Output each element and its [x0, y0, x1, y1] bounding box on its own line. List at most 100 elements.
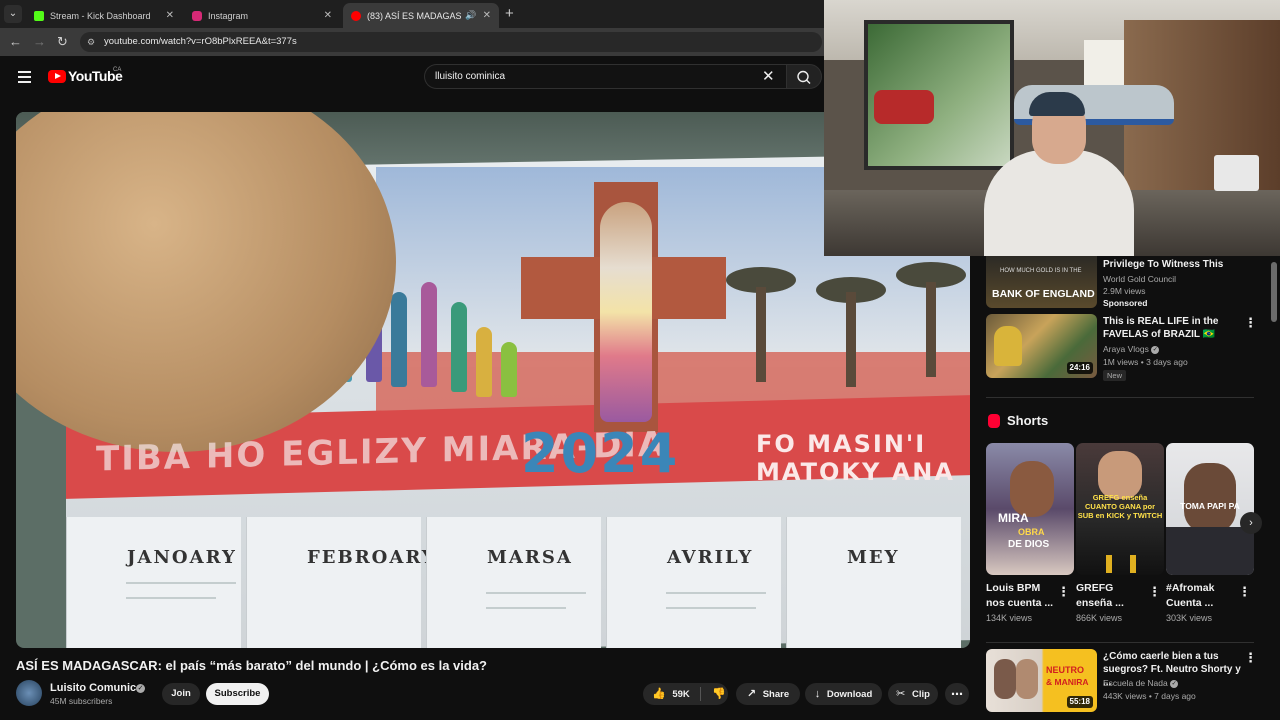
short-overlay-3: DE DIOS — [1008, 539, 1050, 550]
short-title-2[interactable]: GREFG enseña ... — [1076, 581, 1148, 611]
month-label: FEBROARY — [307, 547, 437, 568]
thumb-person — [1010, 461, 1054, 517]
brazil-video-channel[interactable]: Araya Vlogs ✓ — [1103, 343, 1160, 355]
more-options-icon[interactable]: ⋮ — [1244, 650, 1257, 666]
short-title-3[interactable]: #Afromak Cuenta ... — [1166, 581, 1238, 611]
clip-label: Clip — [911, 689, 930, 700]
more-options-icon[interactable]: ⋮ — [1057, 584, 1070, 600]
figure-silhouette — [421, 282, 437, 387]
search-input[interactable]: lluisito cominica — [424, 64, 786, 89]
gold-ad-channel[interactable]: World Gold Council — [1103, 273, 1176, 285]
thumbs-up-icon[interactable]: 👍 — [652, 688, 666, 700]
more-options-icon[interactable]: ⋮ — [1238, 584, 1251, 600]
shorts-heading: Shorts — [1007, 413, 1049, 428]
like-dislike-group: 👍 59K 👎 — [643, 683, 728, 705]
thumb-text-1: NEUTRO — [1046, 665, 1084, 675]
site-info-icon[interactable]: ⚙ — [87, 37, 95, 48]
thumb-shirt — [1166, 527, 1254, 575]
sponsored-label: Sponsored — [1103, 298, 1148, 308]
new-tab-button[interactable]: + — [505, 5, 514, 22]
tab-close-icon[interactable]: ✕ — [166, 10, 174, 21]
short-card-1[interactable]: MIRA OBRA DE DIOS — [986, 443, 1074, 575]
tab-kick-dashboard[interactable]: Stream - Kick Dashboard ✕ — [26, 3, 182, 28]
tab-youtube-video[interactable]: (83) ASÍ ES MADAGASCAR 🔊 ✕ — [343, 3, 499, 28]
clear-search-icon[interactable]: ✕ — [762, 67, 775, 85]
video-title: ASÍ ES MADAGASCAR: el país “más barato” … — [16, 658, 487, 673]
short-overlay-3: SUB en KICK y TWITCH — [1077, 511, 1163, 520]
short-card-2[interactable]: GREFG enseña CUANTO GANA por SUB en KICK… — [1076, 443, 1164, 575]
download-button[interactable]: ↓ Download — [805, 683, 882, 705]
short-overlay-2: OBRA — [1018, 527, 1045, 537]
tab-close-icon[interactable]: ✕ — [483, 10, 491, 21]
short-overlay-text: GREFG enseña CUANTO GANA por SUB en KICK… — [1076, 493, 1164, 520]
calendar-line — [666, 607, 756, 609]
more-actions-button[interactable]: ⋯ — [945, 683, 969, 705]
video-duration: 24:16 — [1066, 362, 1093, 374]
neutro-video-thumbnail[interactable]: NEUTRO & MANIRA 55:18 — [986, 649, 1097, 712]
neutro-video-channel[interactable]: Escuela de Nada ✓ — [1103, 677, 1179, 689]
more-options-icon[interactable]: ⋮ — [1148, 584, 1161, 600]
like-count[interactable]: 59K — [672, 689, 689, 700]
verified-icon: ✓ — [136, 684, 145, 693]
reload-icon[interactable]: ↻ — [57, 34, 68, 50]
short-views-3: 303K views — [1166, 613, 1213, 623]
short-title-1[interactable]: Louis BPM nos cuenta ... — [986, 581, 1058, 611]
brazil-video-thumbnail[interactable]: 24:16 — [986, 314, 1097, 378]
figure-silhouette — [391, 292, 407, 387]
shorts-next-arrow-icon[interactable]: › — [1240, 512, 1262, 534]
short-overlay-1: TOMA PAPI PA — [1180, 501, 1240, 511]
speaker-icon[interactable]: 🔊 — [465, 10, 476, 21]
search-button[interactable] — [786, 64, 822, 89]
gold-ad-title[interactable]: Privilege To Witness This — [1103, 258, 1241, 271]
instagram-favicon-icon — [192, 10, 202, 21]
month-column: AVRILY — [606, 517, 781, 648]
tab-title: Stream - Kick Dashboard — [50, 10, 151, 21]
forward-arrow-icon[interactable]: → — [33, 34, 46, 49]
clip-button[interactable]: ✂ Clip — [888, 683, 938, 705]
short-card-3[interactable]: TOMA PAPI PA — [1166, 443, 1254, 575]
gold-ad-views: 2.9M views — [1103, 286, 1146, 296]
channel-avatar[interactable] — [16, 680, 42, 706]
play-triangle-icon — [55, 73, 61, 79]
figure-silhouette — [476, 327, 492, 397]
thumb-person — [1184, 463, 1236, 533]
kick-favicon-icon — [34, 10, 44, 21]
tab-instagram[interactable]: Instagram ✕ — [184, 3, 340, 28]
thumbs-down-icon[interactable]: 👎 — [712, 688, 726, 700]
calendar-line — [126, 597, 216, 599]
month-label: JANOARY — [127, 547, 237, 568]
month-column: MEY — [786, 517, 961, 648]
short-overlay-1: GREFG enseña — [1092, 493, 1148, 502]
brazil-video-title[interactable]: This is REAL LIFE in the FAVELAS of BRAZ… — [1103, 315, 1241, 341]
region-code: CA — [113, 67, 122, 73]
verified-icon: ✓ — [1151, 345, 1160, 354]
figure-silhouette — [451, 302, 467, 392]
month-column: FEBROARY — [246, 517, 437, 648]
baobab-trunk — [926, 282, 936, 377]
address-bar[interactable]: youtube.com/watch?v=rO8bPlxREEA&t=377s — [80, 32, 822, 52]
channel-name[interactable]: Luisito Comunica — [50, 682, 142, 694]
sidebar-scrollbar[interactable] — [1271, 262, 1277, 322]
tab-close-icon[interactable]: ✕ — [324, 10, 332, 21]
sidebar-divider — [986, 397, 1254, 398]
month-label: MEY — [847, 547, 900, 568]
month-label: AVRILY — [667, 547, 754, 568]
more-options-icon[interactable]: ⋮ — [1244, 315, 1257, 331]
poster-right-text: FO MASIN'I MATOKY ANA — [756, 430, 955, 486]
menu-icon[interactable] — [18, 71, 31, 86]
thumb-person — [994, 326, 1022, 366]
tab-search-icon[interactable]: ⌄ — [4, 5, 22, 23]
tab-title: (83) ASÍ ES MADAGASCAR — [367, 10, 462, 21]
neutro-video-meta: 443K views • 7 days ago — [1103, 691, 1196, 701]
divine-mercy-image — [600, 202, 652, 422]
calendar-line — [666, 592, 766, 594]
gold-thumb-text2: BANK OF ENGLAND — [992, 288, 1095, 300]
subscribe-button[interactable]: Subscribe — [206, 683, 269, 705]
gold-ad-thumbnail[interactable]: HOW MUCH GOLD IS IN THE BANK OF ENGLAND — [986, 256, 1097, 308]
back-arrow-icon[interactable]: ← — [9, 34, 22, 49]
like-divider — [700, 687, 702, 702]
cam-cooler — [1214, 155, 1259, 191]
join-button[interactable]: Join — [162, 683, 200, 705]
share-button[interactable]: ↗ Share — [736, 683, 800, 705]
streamer-webcam — [824, 0, 1280, 256]
